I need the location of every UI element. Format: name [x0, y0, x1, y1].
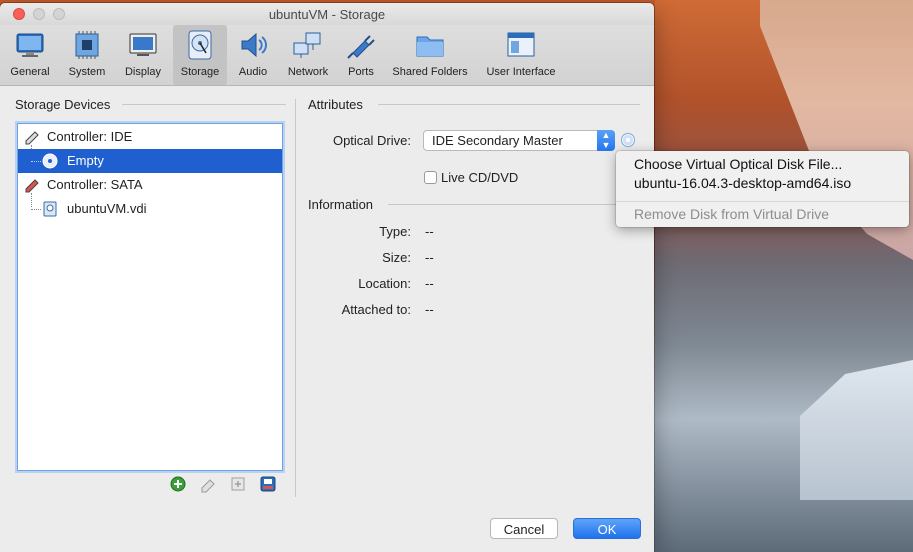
user-interface-icon [507, 32, 535, 57]
optical-drive-value: IDE Secondary Master [432, 133, 563, 148]
remove-controller-icon[interactable] [259, 475, 277, 493]
add-attachment-icon[interactable] [169, 475, 187, 493]
storage-devices-rule [122, 104, 286, 105]
display-icon [129, 33, 157, 56]
tree-item-controller-ide[interactable]: Controller: IDE [18, 125, 282, 149]
menu-item-choose-file[interactable]: Choose Virtual Optical Disk File... [634, 156, 842, 172]
toolbar-general[interactable]: General [4, 25, 56, 85]
tree-item-controller-sata[interactable]: Controller: SATA [18, 173, 282, 197]
storage-tree[interactable]: Controller: IDE Empty Controller: SATA u… [17, 123, 283, 471]
toolbar-ports[interactable]: Ports [340, 25, 382, 85]
panel-divider [295, 99, 296, 497]
info-location-value: -- [425, 276, 434, 291]
choose-disk-button[interactable] [621, 133, 635, 147]
tree-actions [167, 475, 279, 495]
info-attached-label: Attached to: [341, 302, 411, 317]
info-size-label: Size: [382, 250, 411, 265]
toolbar-audio[interactable]: Audio [232, 25, 274, 85]
window-title: ubuntuVM - Storage [268, 7, 386, 22]
hard-disk-icon [43, 201, 57, 217]
add-controller-icon[interactable] [229, 475, 247, 493]
settings-window: ubuntuVM - Storage General System Displa… [0, 3, 654, 552]
info-type-value: -- [425, 224, 434, 239]
tree-item-ubuntuvm-vdi[interactable]: ubuntuVM.vdi [18, 197, 282, 221]
plug-icon [347, 35, 375, 59]
toolbar-system[interactable]: System [62, 25, 112, 85]
sata-controller-icon [25, 179, 39, 193]
info-type-label: Type: [379, 224, 411, 239]
tree-connector [31, 161, 41, 162]
live-cd-checkbox[interactable] [424, 171, 437, 184]
settings-toolbar: General System Display Storage Audio Net… [0, 25, 654, 86]
cancel-button[interactable]: Cancel [490, 518, 558, 539]
ok-button[interactable]: OK [573, 518, 641, 539]
title-bar: ubuntuVM - Storage [0, 3, 654, 25]
information-rule [388, 204, 640, 205]
information-heading: Information [308, 197, 374, 212]
menu-item-remove-disk: Remove Disk from Virtual Drive [634, 206, 830, 222]
toolbar-display[interactable]: Display [118, 25, 168, 85]
optical-drive-select[interactable]: IDE Secondary Master ▲ ▼ [423, 130, 615, 151]
toolbar-shared-folders[interactable]: Shared Folders [390, 25, 470, 85]
speaker-icon [241, 32, 267, 58]
menu-item-ubuntu-iso[interactable]: ubuntu-16.04.3-desktop-amd64.iso [634, 175, 851, 191]
folder-icon [416, 36, 444, 57]
optical-drive-label: Optical Drive: [332, 133, 411, 148]
attributes-rule [378, 104, 640, 105]
info-size-value: -- [425, 250, 434, 265]
toolbar-user-interface[interactable]: User Interface [482, 25, 560, 85]
ide-controller-icon [25, 131, 39, 145]
optical-disc-icon [42, 153, 58, 169]
info-attached-value: -- [425, 302, 434, 317]
storage-icon [188, 30, 212, 60]
tree-item-empty[interactable]: Empty [18, 149, 282, 173]
storage-devices-heading: Storage Devices [15, 97, 111, 112]
toolbar-storage[interactable]: Storage [173, 25, 227, 85]
toolbar-network[interactable]: Network [280, 25, 336, 85]
menu-separator [616, 201, 909, 202]
tree-connector [31, 209, 41, 210]
chip-icon [75, 31, 99, 59]
select-arrows-icon: ▲ ▼ [597, 130, 615, 151]
attributes-heading: Attributes [308, 97, 363, 112]
network-icon [293, 32, 321, 58]
monitor-icon [16, 33, 44, 57]
info-location-label: Location: [358, 276, 411, 291]
live-cd-label: Live CD/DVD [441, 170, 519, 185]
optical-disk-menu: Choose Virtual Optical Disk File... ubun… [616, 151, 909, 227]
remove-attachment-icon[interactable] [199, 475, 217, 493]
